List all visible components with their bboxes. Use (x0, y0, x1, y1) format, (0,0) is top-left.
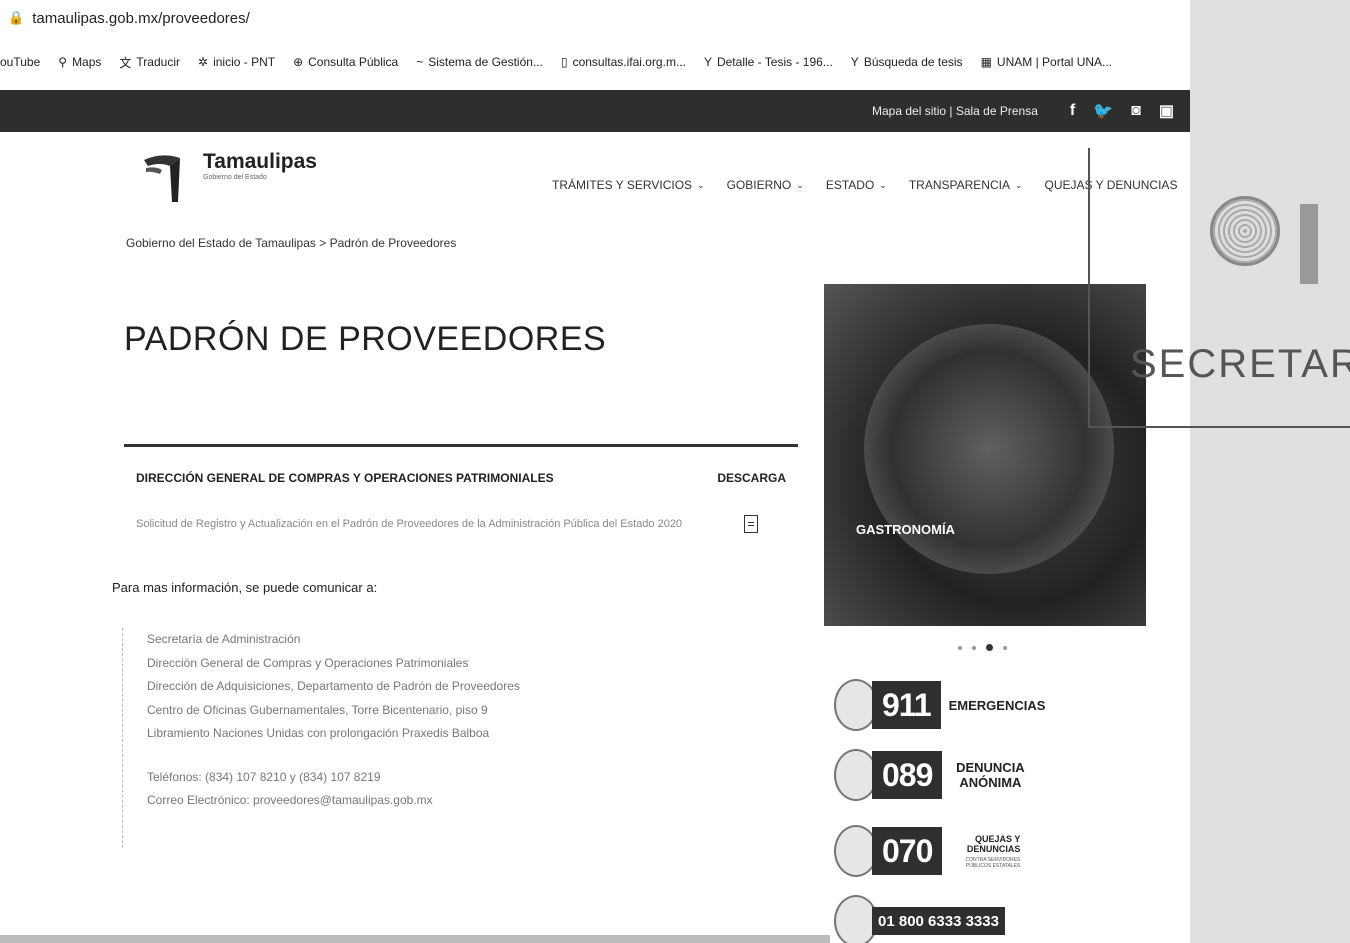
contact-line: Libramiento Naciones Unidas con prolonga… (147, 726, 490, 740)
gallery-label: GASTRONOMÍA (856, 522, 955, 537)
hotline-911[interactable]: 911 EMERGENCIAS (834, 676, 1045, 734)
chevron-down-icon: ⌄ (879, 179, 887, 190)
hotline-01800[interactable]: 01 800 6333 3333 (834, 892, 1005, 943)
hotline-number: 911 (872, 681, 941, 729)
info-lead: Para mas información, se puede comunicar… (112, 580, 378, 595)
carousel-dot[interactable] (972, 645, 976, 650)
contact-line: Dirección General de Compras y Operacion… (147, 655, 469, 670)
nav-gobierno[interactable]: GOBIERNO ⌄ (727, 178, 804, 192)
breadcrumb[interactable]: Gobierno del Estado de Tamaulipas > Padr… (126, 236, 456, 250)
stamp-logo-bar (1300, 204, 1318, 284)
bookmark-traducir[interactable]: 文 Traducir (119, 54, 180, 71)
contact-line: Secretaría de Administración (147, 632, 301, 646)
url-bar[interactable]: 🔒 tamaulipas.gob.mx/proveedores/ (0, 0, 1190, 36)
map-pin-icon: ⚲ (58, 55, 68, 69)
document-name: Solicitud de Registro y Actualización en… (136, 518, 683, 530)
hotline-number: 070 (872, 827, 943, 875)
scan-bottom-edge (0, 935, 830, 943)
pdf-download-icon[interactable] (744, 515, 758, 533)
hotline-089[interactable]: 089 DENUNCIA ANÓNIMA (834, 746, 1030, 804)
hotline-label: EMERGENCIAS (948, 697, 1046, 713)
bookmark-busqueda-tesis[interactable]: Y Búsqueda de tesis (851, 55, 963, 69)
logo-subtitle: Gobierno del Estado (203, 174, 267, 181)
bookmark-pnt[interactable]: ✲ inicio - PNT (198, 55, 275, 69)
site-top-bar: Mapa del sitio | Sala de Prensa f 🐦 ◙ ▣ (0, 90, 1190, 132)
nav-estado[interactable]: ESTADO ⌄ (826, 178, 887, 192)
top-links: Mapa del sitio | Sala de Prensa f 🐦 ◙ ▣ (872, 90, 1174, 132)
contact-line: Dirección de Adquisiciones, Departamento… (147, 679, 520, 693)
bookmark-youtube[interactable]: ouTube (0, 55, 40, 69)
fingerprint-icon (1210, 196, 1280, 266)
bookmarks-bar: ouTube ⚲ Maps 文 Traducir ✲ inicio - PNT ⊕ Co… (0, 50, 1190, 74)
column-name-header: DIRECCIÓN GENERAL DE COMPRAS Y OPERACION… (136, 471, 554, 485)
carousel-dot[interactable] (958, 645, 962, 650)
bookmark-detalle-tesis[interactable]: Y Detalle - Tesis - 196... (704, 55, 833, 69)
site-logo[interactable]: Tamaulipas Gobierno del Estado (140, 150, 317, 205)
youtube-icon[interactable]: ▣ (1159, 101, 1174, 121)
logo-name: Tamaulipas (203, 150, 317, 173)
bookmark-maps[interactable]: ⚲ Maps (58, 55, 101, 69)
contact-phones: Teléfonos: (834) 107 8210 y (834) 107 82… (147, 769, 381, 784)
tamaulipas-logo-icon (140, 150, 195, 205)
instagram-icon[interactable]: ◙ (1131, 102, 1141, 120)
scj-icon: Y (850, 55, 859, 69)
globe-icon: ⊕ (293, 55, 304, 69)
page-title: PADRÓN DE PROVEEDORES (124, 320, 607, 358)
column-download-header: DESCARGA (717, 471, 786, 485)
scan-edge (1190, 0, 1350, 943)
chevron-down-icon: ⌄ (796, 179, 804, 190)
stamp-text: SECRETAR (1130, 342, 1350, 386)
nav-transparencia[interactable]: TRANSPARENCIA ⌄ (909, 178, 1023, 192)
hotline-label: DENUNCIA ANÓNIMA (956, 760, 1025, 790)
chevron-down-icon: ⌄ (1014, 179, 1023, 190)
hotline-label: QUEJAS Y DENUNCIAS (966, 833, 1021, 854)
facebook-icon[interactable]: f (1070, 102, 1075, 120)
hotline-070[interactable]: 070 QUEJAS Y DENUNCIAS CONTRA SERVIDORES… (834, 822, 1020, 880)
hotline-number: 01 800 6333 3333 (872, 907, 1005, 935)
carousel-dot-active[interactable] (986, 644, 993, 651)
contact-info: Secretaría de Administración Dirección G… (122, 628, 520, 848)
system-icon: ~ (416, 55, 424, 69)
downloads-table: DIRECCIÓN GENERAL DE COMPRAS Y OPERACION… (124, 444, 798, 533)
twitter-icon[interactable]: 🐦 (1093, 101, 1113, 121)
carousel-dot[interactable] (1003, 645, 1007, 650)
table-row: Solicitud de Registro y Actualización en… (124, 485, 798, 533)
top-links-text[interactable]: Mapa del sitio | Sala de Prensa (872, 104, 1038, 118)
social-links: f 🐦 ◙ ▣ (1052, 101, 1174, 121)
contact-email[interactable]: Correo Electrónico: proveedores@tamaulip… (147, 789, 520, 813)
translate-icon: 文 (119, 55, 132, 70)
hotline-sublabel: CONTRA SERVIDORES PÚBLICOS ESTATALES (965, 856, 1021, 869)
bookmark-consulta-publica[interactable]: ⊕ Consulta Pública (293, 55, 398, 69)
bookmark-unam[interactable]: ▦ UNAM | Portal UNA... (981, 55, 1112, 69)
lock-icon: 🔒 (8, 10, 25, 25)
nav-tramites[interactable]: TRÁMITES Y SERVICIOS ⌄ (552, 178, 705, 192)
carousel-dots (958, 644, 1017, 651)
bookmark-sistema-gestion[interactable]: ~ Sistema de Gestión... (416, 55, 543, 69)
contact-line: Centro de Oficinas Gubernamentales, Torr… (147, 702, 488, 717)
bookmark-consultas-ifai[interactable]: ▯ consultas.ifai.org.m... (561, 55, 686, 69)
url-text[interactable]: tamaulipas.gob.mx/proveedores/ (32, 10, 250, 27)
unam-icon: ▦ (980, 55, 992, 69)
pnt-icon: ✲ (198, 55, 209, 69)
hotline-number: 089 (872, 751, 943, 799)
document-icon: ▯ (560, 55, 568, 69)
table-header: DIRECCIÓN GENERAL DE COMPRAS Y OPERACION… (124, 447, 798, 485)
scj-icon: Y (703, 55, 712, 69)
chevron-down-icon: ⌄ (697, 179, 705, 190)
